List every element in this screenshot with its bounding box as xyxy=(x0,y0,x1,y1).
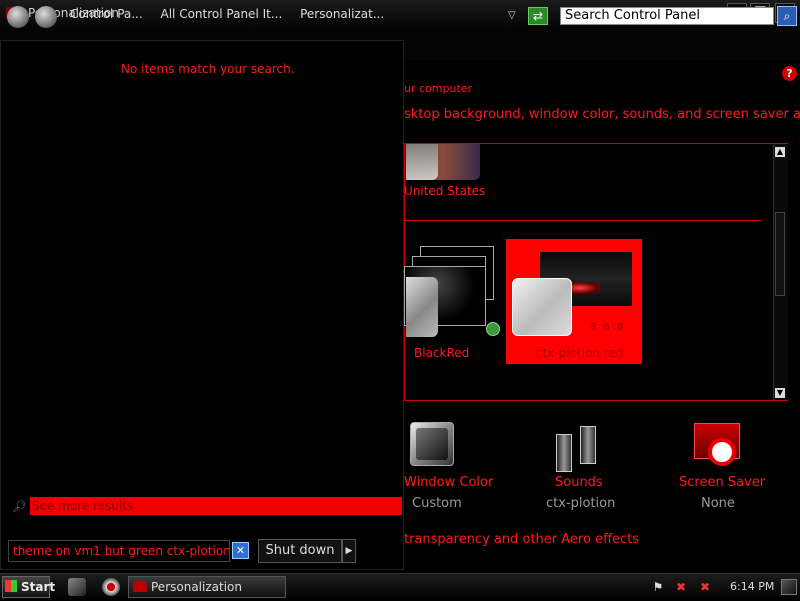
start-menu xyxy=(0,40,404,570)
theme-glass-preview xyxy=(406,277,438,337)
theme-glass-preview xyxy=(512,278,572,336)
theme-label-united-states[interactable]: United States xyxy=(404,184,485,198)
clear-search-icon[interactable]: ✕ xyxy=(232,542,249,559)
see-more-results-link[interactable]: See more results xyxy=(30,497,402,515)
section-divider xyxy=(404,220,762,221)
theme-status-icon xyxy=(486,322,500,336)
breadcrumb-item-personalization[interactable]: Personalizat... xyxy=(300,7,384,21)
back-button[interactable] xyxy=(7,6,29,28)
network-icon[interactable]: ✖ xyxy=(673,579,689,595)
aero-effects-link[interactable]: transparency and other Aero effects xyxy=(404,532,639,547)
no-results-message: No items match your search. xyxy=(121,62,295,76)
shut-down-button[interactable]: Shut down xyxy=(258,539,342,563)
window-color-value: Custom xyxy=(412,496,462,511)
breadcrumb-item-control-panel[interactable]: Control Pa... xyxy=(70,7,143,21)
screen-saver-link[interactable]: Screen Saver xyxy=(679,475,765,490)
scroll-down-arrow-icon[interactable]: ▼ xyxy=(775,388,785,398)
start-search-input[interactable]: theme on vm1 but green ctx-plotion xyxy=(8,540,230,562)
search-icon: 🔎︎ xyxy=(12,500,26,513)
windows-logo-icon xyxy=(5,580,17,592)
theme-label-ctx-plotion-red: ctx-plotion red xyxy=(536,346,624,360)
sounds-link[interactable]: Sounds xyxy=(555,475,603,490)
taskbar-item-personalization[interactable]: Personalization xyxy=(128,576,286,598)
breadcrumb-item-all-items[interactable]: All Control Panel It... xyxy=(161,7,283,21)
help-icon[interactable]: ? xyxy=(782,66,797,81)
forward-button[interactable] xyxy=(35,6,57,28)
clock[interactable]: 6:14 PM xyxy=(730,580,774,593)
search-icon[interactable]: ⌕ xyxy=(777,6,797,26)
theme-color-swatches: 8 6 8 xyxy=(590,322,626,333)
media-player-icon[interactable] xyxy=(102,578,120,596)
page-subtitle: ur computer xyxy=(404,82,473,95)
show-desktop-icon[interactable] xyxy=(68,578,86,596)
shutdown-options-arrow-icon[interactable]: ▶ xyxy=(342,539,356,563)
screen-saver-value: None xyxy=(701,496,735,511)
personalization-icon xyxy=(133,581,147,592)
speaker-right-icon[interactable] xyxy=(580,426,596,464)
window-color-link[interactable]: Window Color xyxy=(404,475,493,490)
address-dropdown-icon[interactable]: ▽ xyxy=(508,10,516,21)
no-screen-saver-icon xyxy=(708,438,736,466)
breadcrumb: Control Pa... All Control Panel It... Pe… xyxy=(70,7,398,21)
page-description: sktop background, window color, sounds, … xyxy=(404,107,800,122)
scroll-up-arrow-icon[interactable]: ▲ xyxy=(775,147,785,157)
speaker-left-icon[interactable] xyxy=(556,434,572,472)
action-center-flag-icon[interactable]: ⚑ xyxy=(650,579,666,595)
volume-icon[interactable]: ✖ xyxy=(697,579,713,595)
theme-label-blackred[interactable]: BlackRed xyxy=(414,346,469,360)
show-desktop-button[interactable] xyxy=(781,579,797,595)
theme-glass-preview xyxy=(406,144,438,180)
refresh-button[interactable]: ⇄ xyxy=(528,7,548,25)
search-input[interactable]: Search Control Panel xyxy=(560,7,774,25)
sounds-value: ctx-plotion xyxy=(546,496,616,511)
scroll-thumb[interactable] xyxy=(775,212,785,296)
window-color-swatch xyxy=(416,428,448,460)
